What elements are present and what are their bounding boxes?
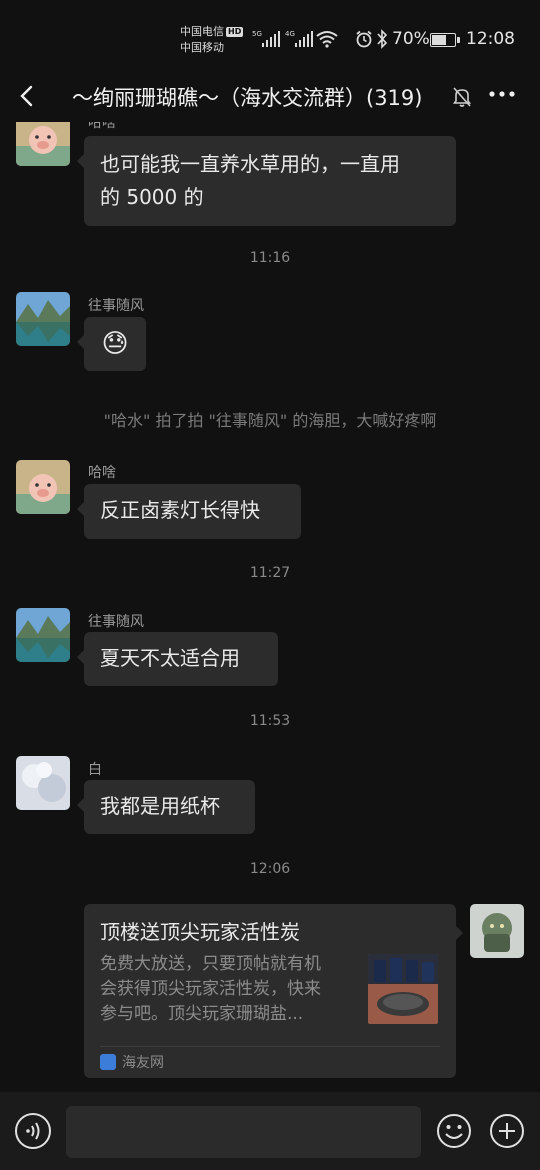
avatar-wangshisuifeng[interactable]: [16, 608, 70, 662]
status-time: 12:08: [466, 29, 515, 49]
system-pat-message: "哈水" 拍了拍 "往事随风" 的海胆，大喊好疼啊: [103, 411, 437, 430]
alarm-icon: [356, 30, 372, 48]
timestamp: 12:06: [249, 861, 291, 877]
status-bar: 中国电信 HD 中国移动 5G 4G 70% 12:08: [0, 0, 540, 72]
carrier-1: 中国电信: [180, 25, 224, 38]
card-source: 海友网: [122, 1055, 164, 1071]
source-logo-icon: [100, 1054, 116, 1070]
card-desc-line: 参与吧。顶尖玩家珊瑚盐...: [100, 1004, 304, 1024]
carrier-2: 中国移动: [180, 41, 224, 54]
link-card[interactable]: 顶楼送顶尖玩家活性炭 免费大放送，只要顶帖就有机 会获得顶尖玩家活性炭，快来 参…: [84, 904, 463, 1078]
emoji-icon[interactable]: [436, 1113, 472, 1149]
sweat-emoji: 😓: [101, 329, 129, 359]
message-input[interactable]: [66, 1106, 421, 1158]
battery-percent: 70%: [392, 29, 430, 49]
avatar-haha[interactable]: [16, 122, 70, 166]
timestamp: 11:16: [249, 250, 291, 266]
back-icon[interactable]: [14, 82, 42, 110]
message-bubble[interactable]: 我都是用纸杯: [77, 780, 255, 834]
plus-icon[interactable]: [489, 1113, 525, 1149]
message-bubble[interactable]: 也可能我一直养水草用的，一直用 的 5000 的: [77, 136, 456, 226]
card-thumbnail: [368, 954, 438, 1024]
card-desc-line: 免费大放送，只要顶帖就有机: [100, 954, 321, 974]
avatar-bai[interactable]: [16, 756, 70, 810]
battery-icon: [430, 33, 460, 47]
card-desc-line: 会获得顶尖玩家活性炭，快来: [100, 979, 321, 999]
message-text: 反正卤素灯长得快: [100, 498, 260, 522]
sender-name: 往事随风: [88, 614, 144, 630]
message-line: 也可能我一直养水草用的，一直用: [100, 152, 400, 176]
message-line: 的 5000 的: [100, 185, 204, 209]
signal-icon-2: [295, 31, 313, 47]
network-type-2: 4G: [285, 30, 295, 38]
message-text: 我都是用纸杯: [100, 794, 220, 818]
sender-name: 哈啥: [88, 465, 116, 481]
more-icon[interactable]: [488, 90, 516, 98]
voice-icon[interactable]: [14, 1112, 52, 1150]
chat-title: ～绚丽珊瑚礁～（海水交流群）(319): [72, 86, 423, 110]
message-list[interactable]: 哈啥 也可能我一直养水草用的，一直用 的 5000 的 11:16 往事随风 😓…: [0, 122, 540, 1092]
signal-icon: [262, 31, 280, 47]
avatar-wangshisuifeng[interactable]: [16, 292, 70, 346]
timestamp: 11:53: [249, 713, 291, 729]
bluetooth-icon: [377, 29, 388, 49]
timestamp: 11:27: [249, 565, 291, 581]
emoji-bubble[interactable]: 😓: [77, 317, 146, 371]
sender-name: 哈啥: [88, 122, 116, 131]
hd-badge: HD: [226, 27, 244, 37]
mute-bell-icon: [452, 87, 472, 107]
wifi-icon: [316, 31, 338, 48]
avatar-self[interactable]: [470, 904, 524, 958]
card-title: 顶楼送顶尖玩家活性炭: [100, 920, 300, 944]
message-bubble[interactable]: 反正卤素灯长得快: [77, 484, 301, 539]
sender-name: 往事随风: [88, 298, 144, 314]
carrier-info: 中国电信 HD 中国移动: [180, 24, 244, 56]
sender-name: 白: [88, 762, 102, 778]
message-text: 夏天不太适合用: [100, 646, 240, 670]
chat-header: ～绚丽珊瑚礁～（海水交流群）(319): [0, 72, 540, 122]
card-divider: [100, 1046, 440, 1047]
message-bubble[interactable]: 夏天不太适合用: [77, 632, 278, 686]
network-type-1: 5G: [252, 30, 262, 38]
avatar-haha[interactable]: [16, 460, 70, 514]
card-description: 免费大放送，只要顶帖就有机 会获得顶尖玩家活性炭，快来 参与吧。顶尖玩家珊瑚盐.…: [100, 952, 356, 1027]
input-bar: [0, 1092, 540, 1170]
